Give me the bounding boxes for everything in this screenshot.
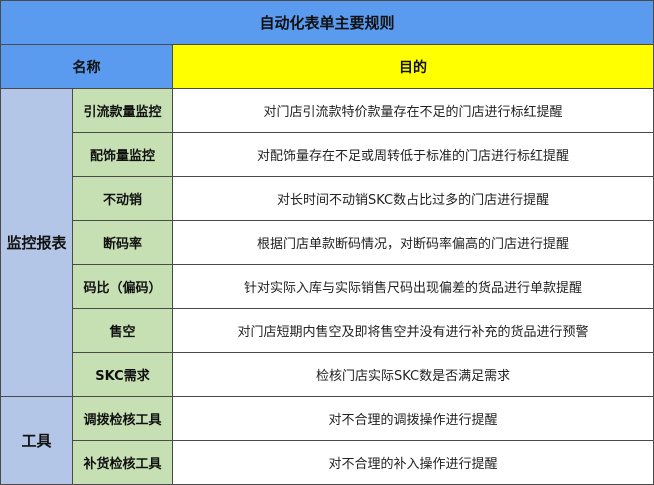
rule-purpose: 对不合理的补入操作进行提醒: [171, 440, 654, 485]
table-row: 工具 调拨检核工具 对不合理的调拨操作进行提醒: [0, 396, 654, 485]
rule-purpose: 对不合理的调拨操作进行提醒: [171, 396, 654, 441]
table-row: SKC需求 检核门店实际SKC数是否满足需求: [1, 352, 654, 397]
table-row: 码比（偏码） 针对实际入库与实际销售尺码出现偏差的货品进行单款提醒: [1, 264, 654, 309]
rule-purpose: 对长时间不动销SKC数占比过多的门店进行提醒: [171, 176, 654, 221]
rule-name: 配饰量监控: [72, 132, 173, 177]
group-label-tools: 工具: [0, 396, 73, 485]
table-row: 监控报表 引流款量监控 对门店引流款特价款量存在不足的门店进行标红提醒: [0, 88, 654, 397]
table-title: 自动化表单主要规则: [0, 0, 654, 45]
table-row: 售空 对门店短期内售空及即将售空并没有进行补充的货品进行预警: [1, 308, 654, 353]
rule-name: 引流款量监控: [72, 88, 173, 133]
rule-purpose: 针对实际入库与实际销售尺码出现偏差的货品进行单款提醒: [171, 264, 654, 309]
rule-purpose: 对配饰量存在不足或周转低于标准的门店进行标红提醒: [171, 132, 654, 177]
table-row: 补货检核工具 对不合理的补入操作进行提醒: [1, 440, 654, 485]
rule-name: 补货检核工具: [72, 440, 173, 485]
rule-name: 售空: [72, 308, 173, 353]
table-row: 不动销 对长时间不动销SKC数占比过多的门店进行提醒: [1, 176, 654, 221]
column-header-name: 名称: [0, 44, 173, 89]
rule-purpose: 根据门店单款断码情况，对断码率偏高的门店进行提醒: [171, 220, 654, 265]
rules-table: 自动化表单主要规则 名称 目的 监控报表 引流款量监控 对门店引流款特价款量存在…: [0, 0, 654, 485]
rule-purpose: 检核门店实际SKC数是否满足需求: [171, 352, 654, 397]
rule-name: 码比（偏码）: [72, 264, 173, 309]
group-label-monitoring-reports: 监控报表: [0, 88, 73, 397]
rule-name: 断码率: [72, 220, 173, 265]
rule-name: SKC需求: [72, 352, 173, 397]
rule-purpose: 对门店短期内售空及即将售空并没有进行补充的货品进行预警: [171, 308, 654, 353]
rule-name: 调拨检核工具: [72, 396, 173, 441]
rule-purpose: 对门店引流款特价款量存在不足的门店进行标红提醒: [171, 88, 654, 133]
rule-name: 不动销: [72, 176, 173, 221]
column-header-purpose: 目的: [171, 44, 654, 89]
table-row: 配饰量监控 对配饰量存在不足或周转低于标准的门店进行标红提醒: [1, 132, 654, 177]
table-row: 断码率 根据门店单款断码情况，对断码率偏高的门店进行提醒: [1, 220, 654, 265]
